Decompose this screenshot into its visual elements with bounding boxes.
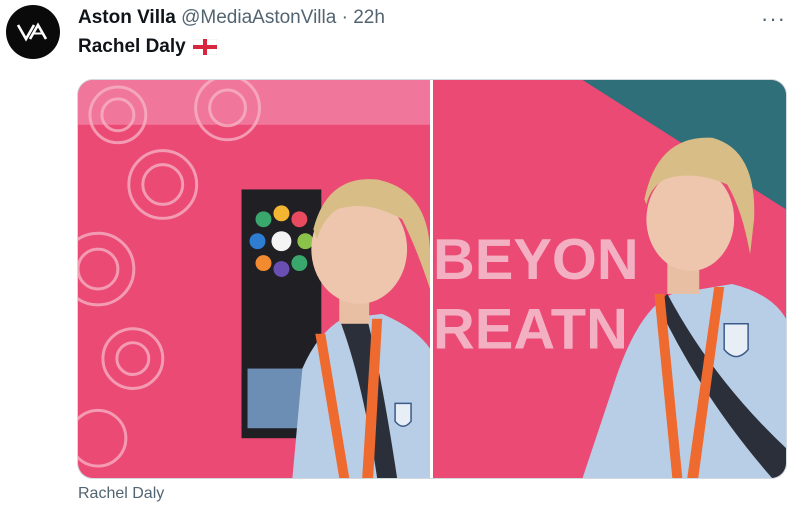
tweet-text-content: Rachel Daly <box>78 36 186 57</box>
tweet-text: Rachel Daly <box>78 36 217 58</box>
england-flag-icon <box>192 39 217 55</box>
bg-text-line-1: BEYON <box>433 228 639 292</box>
bg-text-line-2: REATN <box>433 298 628 362</box>
media-caption: Rachel Daly <box>78 485 165 502</box>
photo-rachel-daly-1[interactable] <box>78 80 430 478</box>
author-name[interactable]: Aston Villa <box>78 7 176 28</box>
media-grid: BEYON REATN <box>77 79 787 479</box>
separator-dot: · <box>341 7 348 28</box>
more-options-icon[interactable]: ··· <box>761 6 786 32</box>
avatar[interactable] <box>6 5 60 59</box>
tweet-header: Aston Villa @MediaAstonVilla · 22h <box>78 7 385 29</box>
author-handle[interactable]: @MediaAstonVilla <box>181 7 336 28</box>
aston-villa-logo-icon <box>16 22 48 42</box>
timestamp[interactable]: 22h <box>353 7 385 28</box>
photo-rachel-daly-2[interactable]: BEYON REATN <box>433 80 786 478</box>
